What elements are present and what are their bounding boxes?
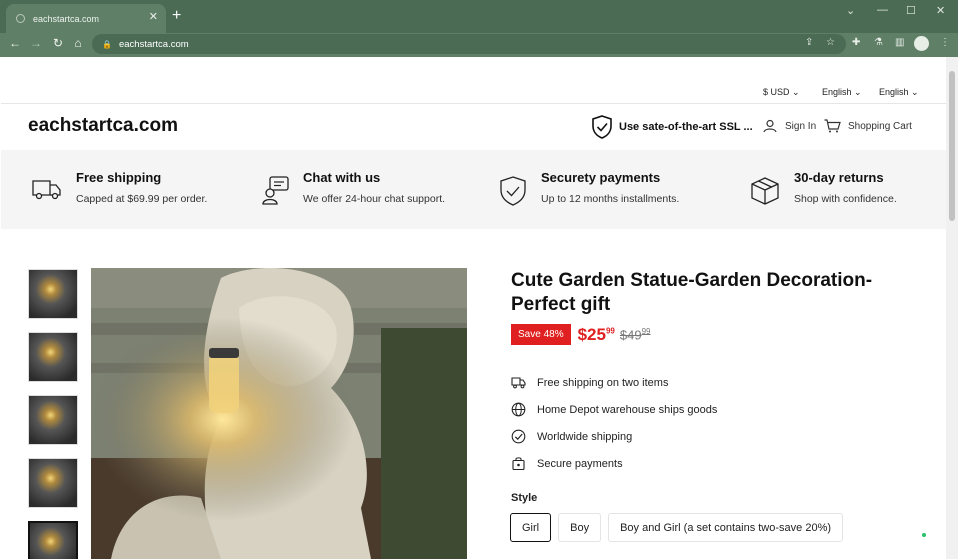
feature-security: Securety payments Up to 12 months instal… — [499, 170, 679, 206]
style-label: Style — [511, 492, 538, 504]
box-icon — [751, 177, 779, 205]
price-row: Save 48% $2599 $4999 — [511, 324, 650, 345]
new-tab-icon[interactable]: + — [172, 7, 181, 25]
perk-list: Free shipping on two items Home Depot wa… — [511, 369, 717, 477]
favicon-icon — [16, 14, 25, 23]
menu-kebab-icon[interactable]: ⋮ — [940, 37, 950, 48]
site-title[interactable]: eachstartca.com — [28, 115, 178, 137]
secure-bag-icon — [512, 457, 525, 471]
close-tab-icon[interactable]: ✕ — [149, 10, 158, 23]
feature-title: Free shipping — [76, 170, 162, 185]
product-thumbnail[interactable] — [28, 269, 78, 319]
language-selector-1[interactable]: English ⌄ — [822, 87, 862, 98]
address-bar[interactable]: 🔒 eachstartca.com — [92, 34, 846, 54]
check-circle-icon — [511, 429, 526, 444]
browser-tab[interactable]: eachstartca.com ✕ — [6, 4, 166, 33]
perk-item: Free shipping on two items — [511, 369, 717, 396]
perk-item: Worldwide shipping — [511, 423, 717, 450]
product-thumbnail-selected[interactable] — [28, 521, 78, 559]
divider — [1, 103, 946, 104]
style-option-set[interactable]: Boy and Girl (a set contains two-save 20… — [608, 513, 844, 542]
style-option-girl[interactable]: Girl — [510, 513, 552, 542]
minimize-icon[interactable]: — — [877, 4, 888, 16]
status-dot — [922, 533, 926, 537]
browser-toolbar: ← → ↻ ⌂ 🔒 eachstartca.com ⇪ ☆ ✚ ⚗ ▥ ⋮ — [0, 33, 958, 57]
shield-check-icon — [592, 115, 612, 139]
feature-chat: Chat with us We offer 24-hour chat suppo… — [261, 170, 445, 206]
garden-statue-photo — [91, 268, 467, 559]
chevron-down-icon[interactable]: ⌄ — [846, 4, 855, 17]
forward-icon[interactable]: → — [28, 36, 44, 50]
shield-check-icon — [500, 176, 526, 206]
profile-avatar[interactable] — [914, 36, 929, 51]
lab-flask-icon[interactable]: ⚗ — [874, 37, 883, 48]
save-badge: Save 48% — [511, 324, 571, 345]
current-price: $2599 — [577, 324, 615, 344]
home-icon[interactable]: ⌂ — [70, 36, 86, 50]
sign-in-link[interactable]: Sign In — [763, 119, 816, 133]
product-thumbnail[interactable] — [28, 332, 78, 382]
url-text: eachstartca.com — [118, 38, 189, 50]
shopping-cart-link[interactable]: Shopping Cart — [824, 119, 912, 133]
chat-support-icon — [262, 176, 289, 205]
back-icon[interactable]: ← — [7, 36, 23, 50]
browser-tab-strip: eachstartca.com ✕ + ⌄ — ☐ ✕ — [0, 0, 958, 33]
truck-icon — [511, 377, 526, 389]
features-bar: Free shipping Capped at $69.99 per order… — [1, 150, 946, 229]
feature-title: Securety payments — [541, 170, 661, 185]
reload-icon[interactable]: ↻ — [50, 36, 66, 50]
user-icon — [763, 119, 777, 133]
feature-subtitle: Up to 12 months installments. — [541, 193, 680, 205]
scrollbar-thumb[interactable] — [949, 71, 955, 221]
globe-icon — [511, 402, 526, 417]
product-title: Cute Garden Statue-Garden Decoration-Per… — [511, 270, 873, 315]
ssl-badge: Use sate-of-the-art SSL ... — [591, 115, 753, 139]
feature-returns: 30-day returns Shop with confidence. — [750, 170, 897, 206]
tab-title: eachstartca.com — [33, 13, 100, 24]
style-options: Girl Boy Boy and Girl (a set contains tw… — [510, 513, 850, 542]
product-thumbnail[interactable] — [28, 395, 78, 445]
feature-subtitle: Capped at $69.99 per order. — [76, 193, 208, 205]
utility-bar: $ USD ⌄ English ⌄ English ⌄ — [1, 81, 946, 103]
feature-title: Chat with us — [303, 170, 381, 185]
feature-title: 30-day returns — [794, 170, 884, 185]
feature-subtitle: We offer 24-hour chat support. — [303, 193, 446, 205]
feature-free-shipping: Free shipping Capped at $69.99 per order… — [32, 170, 207, 205]
share-icon[interactable]: ⇪ — [805, 37, 813, 48]
perk-item: Secure payments — [511, 450, 717, 477]
ssl-text: Use sate-of-the-art SSL ... — [619, 121, 753, 133]
page-viewport: $ USD ⌄ English ⌄ English ⌄ eachstartca.… — [1, 57, 946, 559]
extensions-icon[interactable]: ✚ — [852, 37, 860, 48]
perk-item: Home Depot warehouse ships goods — [511, 396, 717, 423]
lock-icon[interactable]: 🔒 — [102, 40, 112, 49]
currency-selector[interactable]: $ USD ⌄ — [763, 87, 800, 98]
feature-subtitle: Shop with confidence. — [794, 193, 897, 205]
thumbnail-list — [28, 269, 78, 559]
bookmark-star-icon[interactable]: ☆ — [826, 37, 835, 48]
style-option-boy[interactable]: Boy — [558, 513, 602, 542]
close-window-icon[interactable]: ✕ — [936, 4, 945, 17]
cart-icon — [824, 119, 841, 133]
page-scrollbar[interactable] — [946, 57, 958, 559]
truck-icon — [32, 180, 61, 200]
language-selector-2[interactable]: English ⌄ — [879, 87, 919, 98]
maximize-icon[interactable]: ☐ — [906, 4, 916, 17]
product-main-image[interactable] — [91, 268, 467, 559]
original-price: $4999 — [619, 326, 651, 343]
sidepanel-icon[interactable]: ▥ — [895, 37, 904, 48]
product-thumbnail[interactable] — [28, 458, 78, 508]
